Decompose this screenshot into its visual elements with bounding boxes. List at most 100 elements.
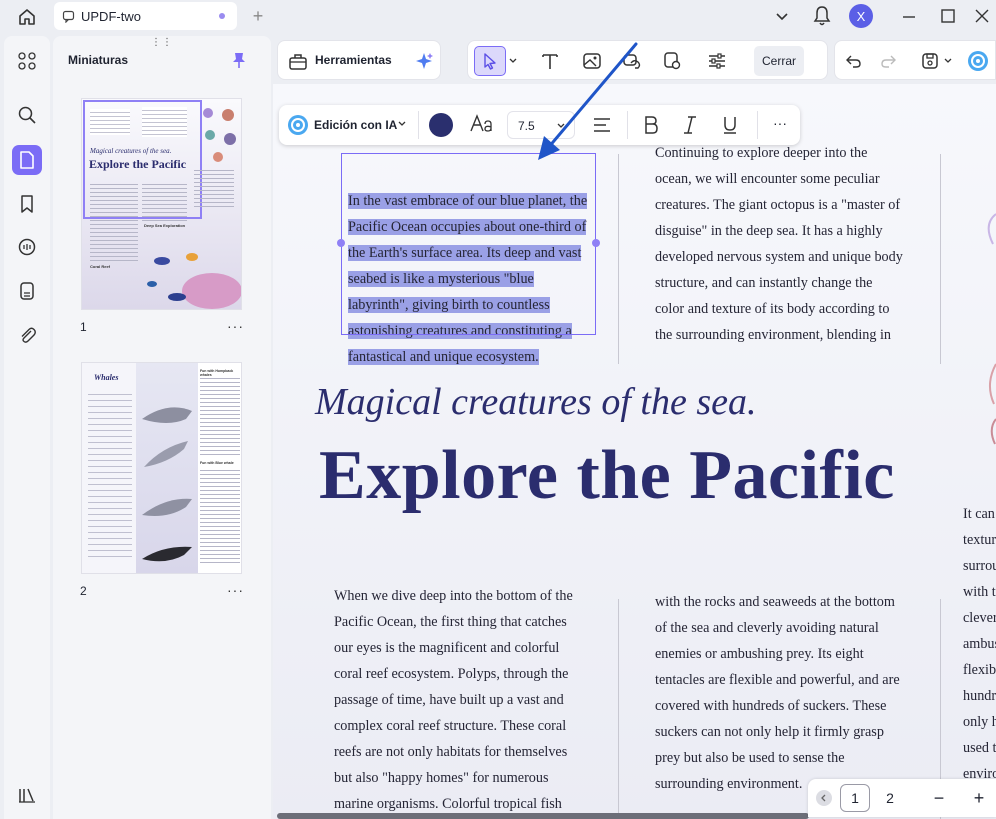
thumb2-text-block — [200, 467, 240, 563]
text-line: fantastical and unique ecosystem. — [348, 349, 539, 365]
text-line: disguise" in the deep sea. It has a high… — [655, 223, 883, 239]
pointer-dropdown-chevron-icon[interactable] — [506, 49, 520, 73]
thumb1-text-block — [142, 181, 187, 221]
document-tab[interactable]: UPDF-two — [54, 2, 237, 30]
page-title[interactable]: Explore the Pacific — [319, 436, 895, 516]
toolbar-divider — [418, 111, 419, 139]
ai-edit-icon[interactable] — [287, 114, 309, 136]
page-button-2[interactable]: 2 — [875, 784, 905, 812]
ai-sparkle-icon[interactable] — [414, 51, 434, 71]
text-line: complex coral reef structure. These cora… — [334, 718, 567, 734]
pdf-page: In the vast embrace of our blue planet, … — [273, 84, 996, 819]
maximize-icon[interactable] — [939, 7, 957, 25]
text-line: used t — [963, 740, 996, 756]
pin-icon[interactable] — [231, 51, 247, 69]
bold-icon[interactable] — [642, 115, 660, 135]
page-subtitle[interactable]: Magical creatures of the sea. — [315, 380, 756, 424]
paperclip-icon[interactable] — [12, 320, 42, 350]
thumb2-head2: Fun with Blue whale — [200, 461, 234, 465]
bell-icon[interactable] — [812, 5, 832, 27]
column-divider — [618, 154, 619, 364]
page-navigator: 1 2 − + — [808, 779, 996, 817]
annotation-arrow-icon — [530, 40, 642, 162]
paragraph-top-right[interactable]: Continuing to explore deeper into the oc… — [655, 140, 903, 348]
tools-button[interactable]: Herramientas — [315, 53, 392, 67]
toolbox-icon[interactable] — [288, 51, 308, 71]
ai-edit-chevron-down-icon[interactable] — [397, 119, 407, 129]
panel-drag-handle[interactable]: ⋮⋮ — [151, 37, 173, 48]
minimize-icon[interactable] — [900, 8, 918, 26]
text-line: only h — [963, 714, 996, 730]
new-tab-plus-icon[interactable]: + — [248, 6, 268, 26]
thumb1-side-head: Deep Sea Exploration — [144, 223, 186, 228]
select-pointer-icon[interactable] — [474, 46, 506, 76]
chevron-down-icon[interactable] — [774, 8, 790, 24]
resize-handle-right[interactable] — [592, 239, 600, 247]
thumb2-number: 2 — [80, 584, 87, 598]
thumbnails-page-icon[interactable] — [12, 145, 42, 175]
ai-assistant-icon[interactable] — [965, 49, 991, 73]
prev-page-chevron-icon[interactable] — [816, 790, 832, 806]
text-line: with the rocks and seaweeds at the botto… — [655, 594, 895, 610]
thumb1-text-block — [90, 109, 130, 135]
watermark-icon[interactable] — [659, 49, 685, 73]
attachment-doc-icon[interactable] — [12, 276, 42, 306]
undo-icon[interactable] — [841, 49, 867, 73]
apps-grid-icon[interactable] — [12, 46, 42, 76]
library-icon[interactable] — [12, 780, 42, 810]
thumb1-number: 1 — [80, 320, 87, 334]
text-line: textur — [963, 532, 996, 548]
reef-fish-illustration — [142, 249, 241, 309]
save-dropdown-chevron-icon[interactable] — [941, 49, 955, 73]
text-line: It can — [963, 506, 995, 522]
text-color-swatch[interactable] — [429, 113, 453, 137]
text-selection-box[interactable] — [341, 153, 596, 335]
horizontal-scrollbar[interactable] — [277, 813, 809, 819]
avatar[interactable]: X — [849, 4, 873, 28]
text-line: flexib — [963, 662, 996, 678]
paragraph-bottom-right[interactable]: with the rocks and seaweeds at the botto… — [655, 589, 900, 797]
resize-handle-left[interactable] — [337, 239, 345, 247]
close-window-icon[interactable] — [973, 7, 991, 25]
coral-illustration — [200, 105, 240, 165]
text-line: structure, and can instantly change the — [655, 275, 873, 291]
more-options-button[interactable]: ··· — [773, 115, 787, 131]
text-line: coral reef ecosystem. Polyps, through th… — [334, 666, 569, 682]
thumb1-subtitle: Magical creatures of the sea. — [90, 147, 172, 155]
page-thumbnail-1[interactable]: Magical creatures of the sea. Explore th… — [81, 98, 242, 310]
underline-icon[interactable] — [721, 115, 739, 135]
text-line: creatures. The giant octopus is a "maste… — [655, 197, 901, 213]
save-disk-icon[interactable] — [917, 49, 943, 73]
text-line: developed nervous system and unique body — [655, 249, 903, 265]
thumb1-text-block — [142, 107, 187, 137]
redo-icon[interactable] — [875, 49, 901, 73]
text-line: clever — [963, 610, 996, 626]
text-line: reefs are not only habitats for themselv… — [334, 744, 568, 760]
thumb1-more-button[interactable]: ··· — [227, 318, 244, 334]
title-bar: UPDF-two + X — [0, 0, 996, 34]
adjust-settings-icon[interactable] — [704, 49, 730, 73]
zoom-out-button[interactable]: − — [924, 784, 954, 812]
text-line: tentacles are flexible and powerful, and… — [655, 672, 900, 688]
paragraph-far-right[interactable]: It can textur surrou with t clever ambus… — [963, 501, 996, 787]
tools-group: Herramientas — [277, 40, 441, 80]
bookmark-icon[interactable] — [12, 189, 42, 219]
comment-icon[interactable] — [12, 232, 42, 262]
font-type-icon[interactable] — [469, 113, 495, 135]
search-icon[interactable] — [12, 100, 42, 130]
thumb1-text-block — [90, 181, 138, 261]
text-line: Pacific Ocean, the first thing that catc… — [334, 614, 567, 630]
italic-icon[interactable] — [681, 115, 699, 135]
page-thumbnail-2[interactable]: Whales Fun with Humpback whales Fun with… — [81, 362, 242, 574]
ai-edit-button[interactable]: Edición con IA — [314, 118, 397, 132]
text-line: color and texture of its body according … — [655, 301, 890, 317]
zoom-in-button[interactable]: + — [964, 784, 994, 812]
close-edit-button[interactable]: Cerrar — [754, 46, 805, 76]
thumb1-text-block — [194, 167, 234, 209]
thumb2-title: Whales — [94, 373, 119, 382]
thumb2-more-button[interactable]: ··· — [227, 582, 244, 598]
thumb2-text-block — [200, 375, 240, 455]
paragraph-bottom-left[interactable]: When we dive deep into the bottom of the… — [334, 583, 573, 817]
page-button-1[interactable]: 1 — [840, 784, 870, 812]
home-icon[interactable] — [14, 5, 40, 29]
